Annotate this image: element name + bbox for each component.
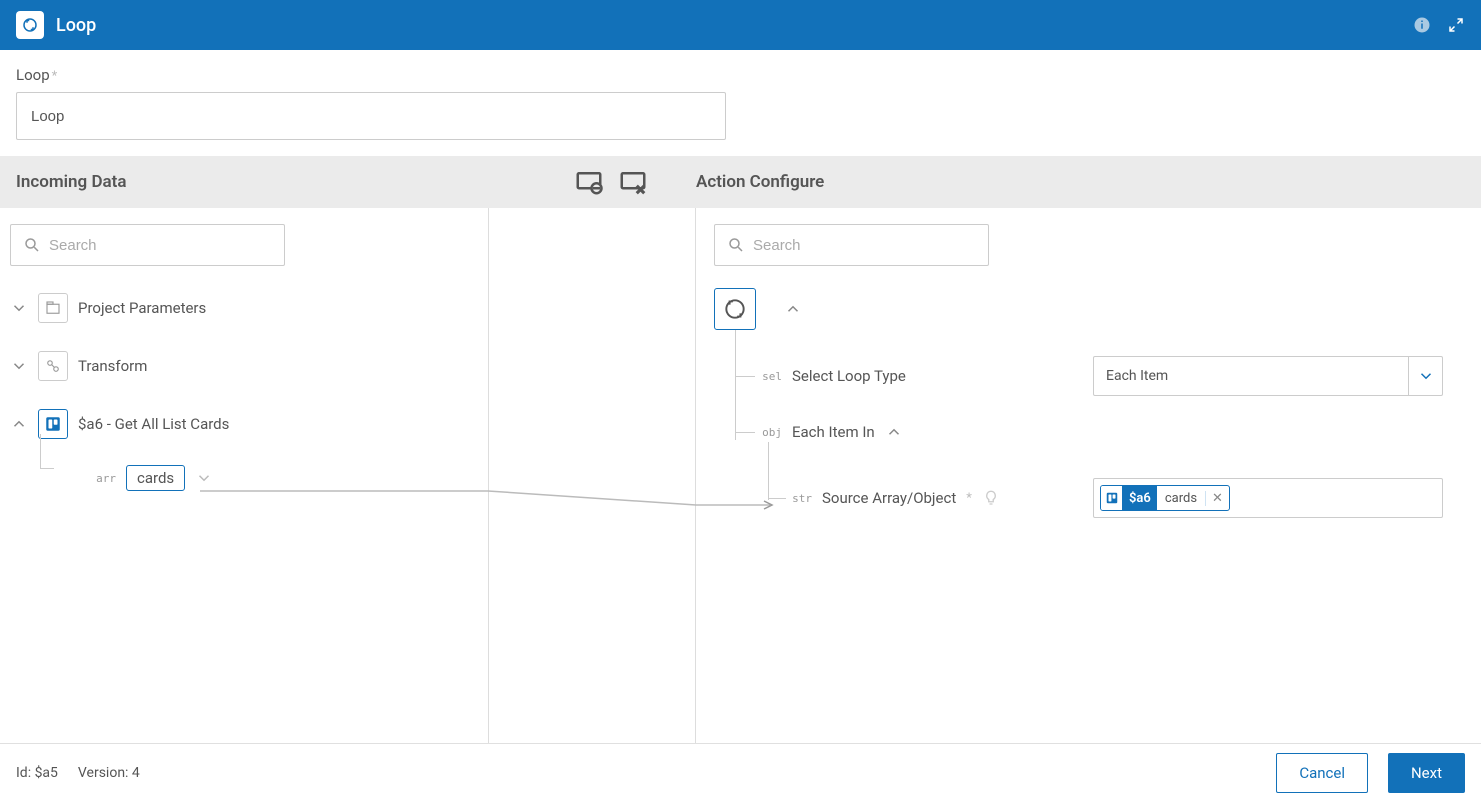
middle-divider [489, 208, 696, 743]
footer-id-label: Id: $a5 [16, 765, 58, 781]
select-loop-type-label: Select Loop Type [792, 367, 906, 385]
config-root-loop-icon[interactable] [714, 288, 756, 330]
tree-node-label: Project Parameters [78, 299, 206, 317]
config-tree: sel Select Loop Type Each Item obj Each … [714, 288, 1463, 520]
info-icon[interactable] [1413, 16, 1431, 34]
chevron-down-icon[interactable] [1408, 357, 1442, 395]
token-id: $a6 [1123, 486, 1157, 510]
trello-icon [38, 409, 68, 439]
action-search[interactable] [714, 224, 989, 266]
cfg-connector-v1 [735, 330, 736, 440]
chevron-up-icon[interactable] [885, 423, 903, 441]
loop-name-input[interactable] [16, 92, 726, 140]
footer-bar: Id: $a5 Version: 4 Cancel Next [0, 743, 1481, 801]
field-type-badge: arr [88, 472, 116, 485]
tree-node-label: $a6 - Get All List Cards [78, 415, 229, 433]
config-row-each-item-in[interactable]: obj Each Item In [714, 410, 1463, 454]
chevron-down-icon[interactable] [10, 357, 28, 375]
next-button[interactable]: Next [1388, 753, 1465, 793]
token-field: cards [1157, 491, 1205, 506]
source-token[interactable]: $a6 cards ✕ [1100, 485, 1230, 511]
cfg-connector-h [768, 498, 786, 499]
search-icon [23, 236, 41, 254]
action-search-input[interactable] [753, 237, 976, 254]
transform-icon [38, 351, 68, 381]
field-type-badge: sel [754, 370, 782, 383]
incoming-search[interactable] [10, 224, 285, 266]
loop-name-label: Loop* [16, 66, 1465, 84]
loop-icon [722, 296, 748, 322]
action-column: sel Select Loop Type Each Item obj Each … [696, 208, 1481, 743]
data-preview-icon[interactable] [574, 167, 604, 197]
chevron-up-icon[interactable] [784, 300, 802, 318]
field-chip-cards[interactable]: cards [126, 465, 185, 491]
source-token-input[interactable]: $a6 cards ✕ [1093, 478, 1443, 518]
hint-bulb-icon[interactable] [982, 489, 1000, 507]
field-type-badge: str [784, 492, 812, 505]
tree-connector-v [40, 434, 41, 468]
tree-node-label: Transform [78, 357, 147, 375]
tree-node-transform[interactable]: Transform [10, 346, 478, 386]
folder-icon [38, 293, 68, 323]
tree-node-cards[interactable]: arr cards [10, 458, 478, 498]
cfg-connector-h [735, 432, 755, 433]
loop-name-section: Loop* [0, 50, 1481, 156]
chevron-down-icon[interactable] [195, 469, 213, 487]
expand-icon[interactable] [1447, 16, 1465, 34]
main-area: Project Parameters Transform [0, 208, 1481, 743]
config-row-select-loop-type: sel Select Loop Type Each Item [714, 354, 1463, 398]
loop-app-icon [16, 11, 44, 39]
action-configure-heading: Action Configure [696, 172, 824, 192]
tree-node-a6[interactable]: $a6 - Get All List Cards [10, 404, 478, 444]
field-type-badge: obj [754, 426, 782, 439]
incoming-data-heading: Incoming Data [16, 172, 127, 192]
loop-icon [21, 16, 39, 34]
page-title: Loop [56, 15, 1401, 36]
cfg-connector-v2 [768, 442, 769, 500]
chevron-down-icon[interactable] [10, 299, 28, 317]
incoming-column: Project Parameters Transform [0, 208, 489, 743]
cfg-connector-h [735, 376, 755, 377]
source-label: Source Array/Object [822, 489, 956, 507]
each-item-in-label: Each Item In [792, 423, 875, 441]
tree-node-project-parameters[interactable]: Project Parameters [10, 288, 478, 328]
incoming-search-input[interactable] [49, 237, 272, 254]
section-headers: Incoming Data Action Configure [0, 156, 1481, 208]
token-remove-icon[interactable]: ✕ [1205, 491, 1229, 506]
tree-connector-h [40, 468, 54, 469]
trello-icon [1101, 486, 1123, 510]
chevron-up-icon[interactable] [10, 415, 28, 433]
header-bar: Loop [0, 0, 1481, 50]
select-loop-type-dropdown[interactable]: Each Item [1093, 356, 1443, 396]
select-loop-type-value: Each Item [1106, 368, 1168, 384]
search-icon [727, 236, 745, 254]
data-clear-icon[interactable] [618, 167, 648, 197]
cancel-button[interactable]: Cancel [1276, 753, 1368, 793]
footer-version-label: Version: 4 [78, 765, 140, 781]
incoming-tree: Project Parameters Transform [10, 288, 478, 498]
config-row-source: str Source Array/Object * [714, 476, 1463, 520]
